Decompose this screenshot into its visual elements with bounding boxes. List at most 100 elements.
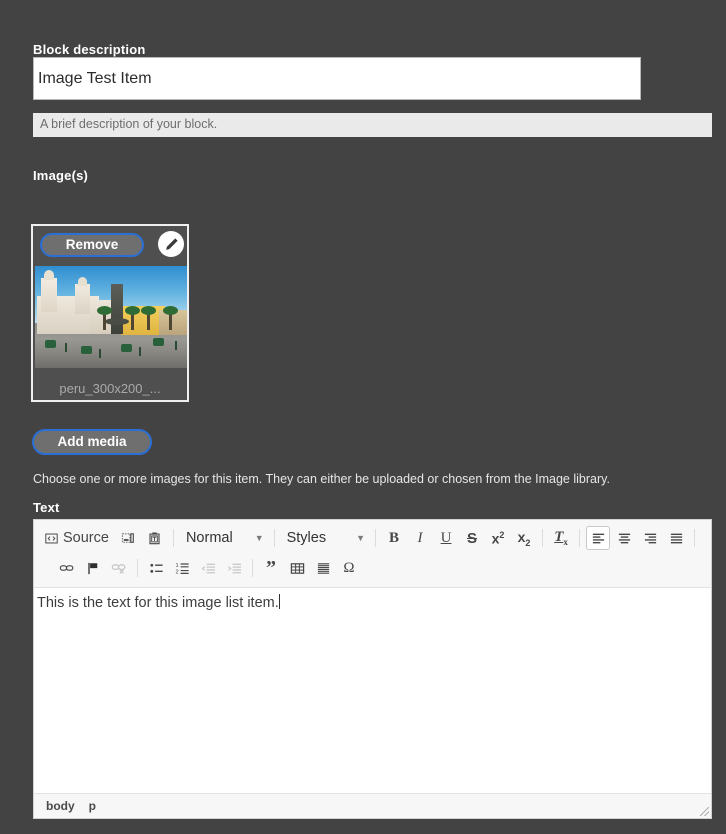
images-label: Image(s) — [33, 168, 89, 183]
media-item-card: Remove peru_300x200_... — [31, 224, 189, 402]
media-item-card-inner: Remove peru_300x200_... — [33, 226, 187, 400]
block-description-label: Block description — [33, 42, 146, 57]
text-cursor — [278, 594, 280, 609]
media-thumbnail — [35, 266, 187, 368]
source-code-icon — [45, 532, 58, 545]
subscript-button[interactable]: x2 — [512, 526, 536, 550]
underline-button[interactable]: U — [434, 526, 458, 550]
styles-combo[interactable]: Styles ▼ — [280, 525, 370, 551]
link-icon — [59, 560, 75, 576]
strikethrough-button[interactable]: S — [460, 526, 484, 550]
toolbar-separator — [579, 529, 581, 547]
toolbar-separator — [273, 529, 275, 547]
horizontal-rule-icon — [316, 561, 331, 576]
thumbnail-post — [175, 341, 177, 350]
subscript-icon: x2 — [517, 528, 531, 548]
thumbnail-palm — [97, 306, 112, 330]
bulleted-list-icon — [149, 561, 164, 576]
table-icon — [290, 561, 305, 576]
thumbnail-planter — [121, 344, 132, 352]
add-media-button[interactable]: Add media — [32, 429, 152, 455]
bold-button[interactable]: B — [382, 526, 406, 550]
italic-icon: I — [417, 529, 423, 546]
remove-format-button[interactable]: Tx — [549, 526, 573, 550]
toolbar-separator — [137, 559, 138, 577]
thumbnail-fountain — [105, 284, 129, 334]
thumbnail-post — [139, 347, 141, 356]
block-description-input[interactable] — [33, 57, 641, 100]
special-character-button[interactable]: Ω — [337, 556, 361, 580]
toolbar-separator — [542, 529, 544, 547]
toolbar-separator — [252, 559, 253, 577]
increase-indent-button — [222, 556, 246, 580]
thumbnail-planter — [81, 346, 92, 354]
numbered-list-button[interactable]: 1 2 — [170, 556, 194, 580]
align-left-button[interactable] — [586, 526, 611, 550]
toolbar-separator — [694, 529, 696, 547]
thumbnail-palm — [141, 306, 156, 330]
editor-element-path: body p — [34, 793, 711, 818]
editor-toolbar-row-1: Source Normal ▼ Styles ▼ B I U S x2 x2 T… — [38, 523, 707, 553]
strikethrough-icon: S — [467, 529, 478, 547]
thumbnail-planter — [45, 340, 56, 348]
editor-paragraph[interactable]: This is the text for this image list ite… — [37, 594, 703, 612]
table-button[interactable] — [285, 556, 309, 580]
align-justify-button[interactable] — [664, 526, 688, 550]
bold-icon: B — [389, 529, 400, 546]
chevron-down-icon: ▼ — [356, 532, 366, 543]
chevron-down-icon: ▼ — [254, 532, 264, 543]
align-justify-icon — [669, 531, 684, 546]
unlink-icon — [111, 560, 127, 576]
bulleted-list-button[interactable] — [144, 556, 168, 580]
styles-label: Styles — [286, 530, 327, 546]
thumbnail-palm — [163, 306, 178, 330]
link-button[interactable] — [55, 556, 79, 580]
align-right-icon — [643, 531, 658, 546]
svg-text:2: 2 — [175, 569, 178, 575]
thumbnail-post — [65, 343, 67, 352]
rich-text-editor: Source Normal ▼ Styles ▼ B I U S x2 x2 T… — [33, 519, 712, 819]
numbered-list-icon: 1 2 — [175, 561, 190, 576]
outdent-icon — [201, 561, 216, 576]
omega-icon: Ω — [343, 559, 355, 576]
block-edit-form: Block description A brief description of… — [0, 0, 726, 834]
thumbnail-tower-left — [41, 270, 57, 312]
block-description-help-text: A brief description of your block. — [33, 113, 712, 137]
element-path-p[interactable]: p — [89, 799, 96, 813]
remove-format-icon: Tx — [554, 529, 568, 547]
paste-from-word-button[interactable] — [143, 526, 167, 550]
editor-toolbar-row-2: 1 2 ” Ω — [38, 553, 707, 583]
text-field-label: Text — [33, 500, 60, 515]
italic-button[interactable]: I — [408, 526, 432, 550]
horizontal-rule-button[interactable] — [311, 556, 335, 580]
align-right-button[interactable] — [638, 526, 662, 550]
thumbnail-palm — [125, 306, 140, 330]
quote-icon: ” — [266, 557, 276, 579]
images-help-text: Choose one or more images for this item.… — [33, 472, 610, 486]
anchor-button[interactable] — [81, 556, 105, 580]
pencil-icon — [164, 237, 179, 252]
editor-resize-handle[interactable] — [700, 807, 709, 816]
paste-text-icon — [121, 531, 136, 546]
editor-text-content: This is the text for this image list ite… — [37, 595, 279, 611]
align-center-button[interactable] — [612, 526, 636, 550]
flag-anchor-icon — [86, 561, 101, 576]
paragraph-format-combo[interactable]: Normal ▼ — [179, 525, 269, 551]
editor-toolbar: Source Normal ▼ Styles ▼ B I U S x2 x2 T… — [34, 520, 711, 588]
indent-icon — [227, 561, 242, 576]
remove-media-button[interactable]: Remove — [40, 233, 144, 257]
source-button[interactable]: Source — [39, 526, 115, 550]
thumbnail-tower-right — [75, 277, 90, 314]
align-center-icon — [617, 531, 632, 546]
element-path-body[interactable]: body — [46, 799, 75, 813]
blockquote-button[interactable]: ” — [259, 556, 283, 580]
underline-icon: U — [440, 529, 452, 546]
toolbar-separator — [172, 529, 174, 547]
paste-word-icon — [147, 531, 162, 546]
edit-media-button[interactable] — [158, 231, 184, 257]
decrease-indent-button — [196, 556, 220, 580]
superscript-button[interactable]: x2 — [486, 526, 510, 550]
thumbnail-post — [99, 349, 101, 358]
editor-content-area[interactable]: This is the text for this image list ite… — [34, 588, 711, 798]
paste-as-plain-text-button[interactable] — [117, 526, 141, 550]
